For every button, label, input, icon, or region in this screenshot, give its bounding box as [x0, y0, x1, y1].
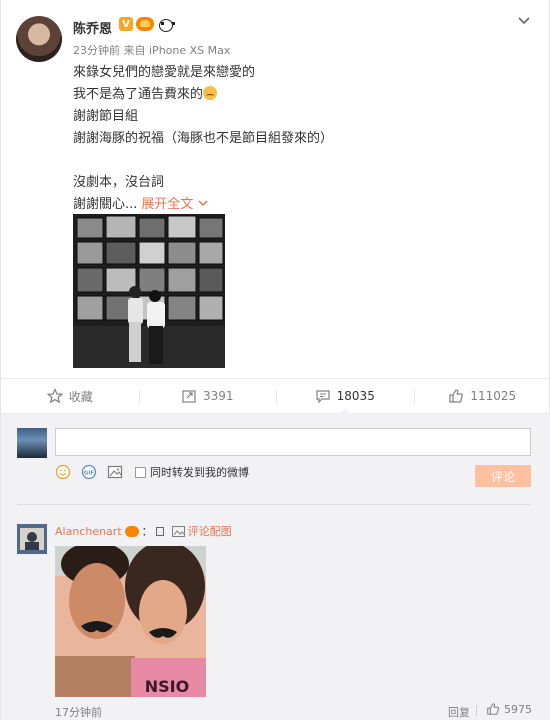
commenter-avatar[interactable] — [17, 524, 47, 554]
author-name[interactable]: 陈乔恩 — [73, 18, 112, 37]
verified-v-icon[interactable]: V — [119, 17, 133, 31]
repost-checkbox-label: 同时转发到我的微博 — [150, 466, 249, 479]
comment-like-count: 5975 — [504, 702, 532, 716]
image-icon — [171, 525, 185, 537]
thumbs-up-icon — [487, 703, 499, 715]
post-line: 來錄女兒們的戀愛就是來戀愛的 — [73, 65, 256, 80]
vip-crown-icon[interactable] — [136, 17, 154, 31]
comment-like-button[interactable]: 5975 — [486, 702, 532, 716]
comment-input[interactable] — [55, 428, 531, 456]
chevron-down-icon[interactable] — [517, 14, 531, 28]
repost-button[interactable]: 3391 — [138, 379, 277, 413]
comment-button[interactable]: 18035 — [276, 379, 414, 414]
gif-icon[interactable]: GIF — [81, 464, 97, 480]
smiley-icon[interactable] — [55, 464, 71, 480]
post-text: 來錄女兒們的戀愛就是來戀愛的 我不是為了通告費來的 謝謝節目組 謝謝海豚的祝福（… — [73, 62, 513, 216]
author-badges: V — [119, 17, 175, 32]
submit-comment-button[interactable]: 评论 — [475, 465, 531, 487]
post-image[interactable] — [73, 214, 225, 368]
weibo-post-card: 陈乔恩 V 23分钟前 来自 iPhone XS Max 來錄女兒們的戀愛就是來… — [0, 0, 550, 720]
comment-image[interactable]: NSIO — [55, 546, 206, 697]
thumbs-up-icon — [449, 389, 464, 403]
author-avatar[interactable] — [16, 16, 62, 62]
comment-image-link[interactable]: 评论配图 — [188, 523, 232, 539]
comment-header: Alanchenart ： 评论配图 — [55, 523, 232, 539]
post-meta: 23分钟前 来自 iPhone XS Max — [73, 42, 230, 58]
missing-glyph-icon — [155, 526, 164, 536]
svg-text:NSIO: NSIO — [145, 677, 189, 696]
post-line: 沒劇本，沒台詞 — [73, 175, 165, 190]
vip-crown-icon[interactable] — [124, 525, 139, 537]
post-line-blank — [73, 150, 513, 172]
composer-tools: GIF 同时转发到我的微博 — [55, 464, 249, 480]
comment-count: 18035 — [336, 389, 375, 403]
repost-checkbox[interactable] — [135, 466, 146, 478]
panda-icon[interactable] — [157, 17, 175, 32]
post-source-prefix: 来自 — [123, 44, 146, 57]
post-line: 謝謝節目組 — [73, 109, 139, 124]
favorite-label: 收藏 — [68, 389, 93, 404]
comment-time: 17分钟前 — [55, 706, 102, 719]
repost-icon — [182, 390, 196, 403]
post-timestamp[interactable]: 23分钟前 — [73, 44, 120, 57]
comment-section: GIF 同时转发到我的微博 评论 Alanchenart ： 评论配图 NSIO… — [1, 414, 550, 720]
divider — [476, 705, 477, 716]
like-button[interactable]: 111025 — [413, 379, 550, 413]
repost-checkbox-wrap[interactable]: 同时转发到我的微博 — [135, 464, 249, 480]
post-line: 我不是為了通告費來的 — [73, 84, 513, 106]
action-bar: 收藏 3391 18035 111025 — [1, 378, 550, 414]
comment-icon — [316, 390, 330, 404]
like-count: 111025 — [470, 389, 517, 403]
commenter-name[interactable]: Alanchenart — [55, 525, 122, 538]
image-icon[interactable] — [107, 464, 123, 480]
post-line: 謝謝海豚的祝福（海豚也不是節目組發來的） — [73, 131, 334, 146]
sad-face-emoji-icon — [203, 86, 218, 100]
star-icon — [46, 388, 63, 404]
repost-count: 3391 — [202, 389, 234, 403]
post-line: 謝謝關心... 展开全文 — [73, 194, 513, 216]
favorite-button[interactable]: 收藏 — [1, 379, 139, 413]
current-user-avatar[interactable] — [17, 428, 47, 458]
post-source: iPhone XS Max — [149, 44, 231, 57]
reply-button[interactable]: 回复 — [448, 704, 470, 720]
divider — [17, 504, 531, 505]
svg-text:GIF: GIF — [84, 470, 95, 476]
expand-full-text-link[interactable]: 展开全文 — [141, 197, 208, 212]
comment-colon: ： — [141, 525, 153, 538]
